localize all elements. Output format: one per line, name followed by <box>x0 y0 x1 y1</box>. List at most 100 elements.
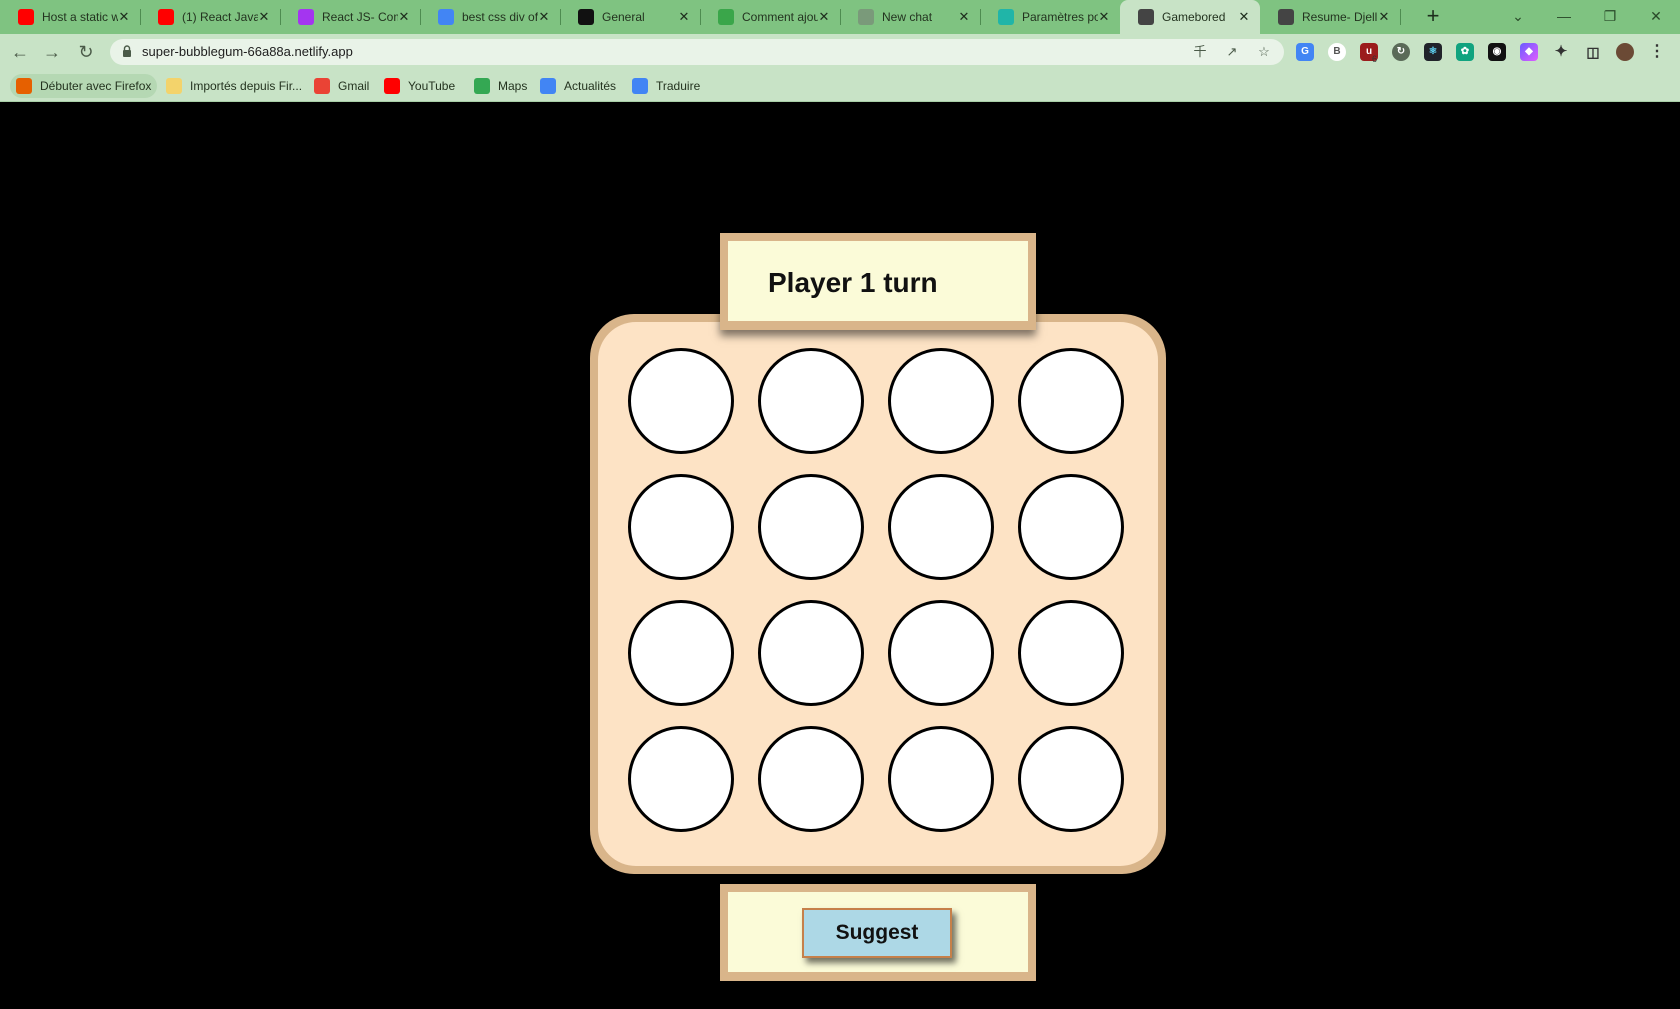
browser-tab[interactable]: React JS- Com ✕ <box>280 0 421 34</box>
bookmark-item[interactable]: Traduire <box>626 74 706 98</box>
board-cell[interactable] <box>888 600 994 706</box>
game-board <box>590 314 1166 874</box>
youtube-icon <box>158 9 174 25</box>
bookmark-item[interactable]: Maps <box>468 74 533 98</box>
bookmark-label: Débuter avec Firefox <box>40 79 152 93</box>
extensions-puzzle-icon[interactable]: ✦ <box>1552 43 1570 61</box>
board-cell[interactable] <box>628 600 734 706</box>
board-cell[interactable] <box>888 726 994 832</box>
youtube-icon <box>18 9 34 25</box>
board-cell[interactable] <box>1018 600 1124 706</box>
board-cell[interactable] <box>1018 726 1124 832</box>
board-cell[interactable] <box>758 348 864 454</box>
close-tab-icon[interactable]: ✕ <box>1236 9 1252 25</box>
dark-extension-icon[interactable]: ◉ <box>1488 43 1506 61</box>
board-cell[interactable] <box>888 348 994 454</box>
close-tab-icon[interactable]: ✕ <box>396 9 412 25</box>
suggest-button[interactable]: Suggest <box>802 908 952 958</box>
suggest-panel-inner: Suggest <box>728 892 1028 972</box>
turn-indicator-panel: Player 1 turn <box>720 233 1036 330</box>
maps-icon <box>474 78 490 94</box>
bookmark-item[interactable]: Importés depuis Fir... <box>160 74 308 98</box>
board-cell[interactable] <box>758 600 864 706</box>
profile-avatar[interactable] <box>1616 43 1634 61</box>
wikihow-icon <box>718 9 734 25</box>
browser-tab[interactable]: Paramètres po ✕ <box>980 0 1121 34</box>
side-panel-icon[interactable]: ◫ <box>1584 43 1602 61</box>
extension-badge: 6 <box>1372 54 1378 64</box>
reload-icon[interactable]: ↻ <box>74 40 98 64</box>
browser-tab[interactable]: Comment ajou ✕ <box>700 0 841 34</box>
tab-title: New chat <box>882 10 933 24</box>
gmail-icon <box>314 78 330 94</box>
translate-page-icon[interactable]: 千 <box>1192 44 1208 60</box>
react-devtools-icon[interactable]: ⚛ <box>1424 43 1442 61</box>
board-cell[interactable] <box>888 474 994 580</box>
board-cell[interactable] <box>628 348 734 454</box>
close-tab-icon[interactable]: ✕ <box>116 9 132 25</box>
browser-tab[interactable]: (1) React JavaS✕ <box>140 0 281 34</box>
news-icon <box>540 78 556 94</box>
board-cell[interactable] <box>1018 348 1124 454</box>
gradient-extension-icon[interactable]: ◆ <box>1520 43 1538 61</box>
browser-tab[interactable]: Resume- Djell ✕ <box>1260 0 1401 34</box>
board-cell[interactable] <box>628 474 734 580</box>
browser-tab[interactable]: New chat ✕ <box>840 0 981 34</box>
minimize-button[interactable]: — <box>1544 3 1584 29</box>
bookmarks-bar: Débuter avec Firefox Importés depuis Fir.… <box>0 70 1680 102</box>
board-cell[interactable] <box>1018 474 1124 580</box>
chatgpt-extension-icon[interactable]: ✿ <box>1456 43 1474 61</box>
tab-title: Paramètres po <box>1022 10 1098 24</box>
bookmark-label: Importés depuis Fir... <box>190 79 303 93</box>
browser-tab[interactable]: Gamebored ✕ <box>1120 0 1260 34</box>
chatgpt-icon <box>858 9 874 25</box>
url-text: super-bubblegum-66a88a.netlify.app <box>142 44 353 59</box>
tab-separator <box>1400 9 1401 25</box>
close-tab-icon[interactable]: ✕ <box>1376 9 1392 25</box>
board-cell[interactable] <box>628 726 734 832</box>
browser-tab[interactable]: General ✕ <box>560 0 701 34</box>
board-cell[interactable] <box>758 474 864 580</box>
back-icon[interactable]: ← <box>8 40 32 64</box>
close-tab-icon[interactable]: ✕ <box>536 9 552 25</box>
page-viewport: Player 1 turn Suggest <box>0 102 1680 1009</box>
tab-search-icon[interactable]: ⌄ <box>1498 3 1538 29</box>
restore-button[interactable]: ❐ <box>1590 3 1630 29</box>
menu-kebab-icon[interactable]: ⋮ <box>1648 43 1666 61</box>
github-icon <box>578 9 594 25</box>
turn-indicator-inner: Player 1 turn <box>728 241 1028 321</box>
close-window-button[interactable]: ✕ <box>1636 3 1676 29</box>
share-icon[interactable]: ↗ <box>1224 44 1240 60</box>
browser-tab[interactable]: best css div of ✕ <box>420 0 561 34</box>
bookmark-item[interactable]: Actualités <box>534 74 622 98</box>
tab-strip: Host a static w✕(1) React JavaS✕React JS… <box>0 0 1680 34</box>
bitwarden-extension-icon[interactable]: B <box>1328 43 1346 61</box>
sync-extension-icon[interactable]: ↻ <box>1392 43 1410 61</box>
google-translate-extension-icon[interactable]: G <box>1296 43 1314 61</box>
tab-title: React JS- Com <box>322 10 398 24</box>
folder-icon <box>166 78 182 94</box>
close-tab-icon[interactable]: ✕ <box>256 9 272 25</box>
address-bar[interactable]: super-bubblegum-66a88a.netlify.app 千 ↗ ☆ <box>110 39 1284 65</box>
translate-icon <box>632 78 648 94</box>
close-tab-icon[interactable]: ✕ <box>816 9 832 25</box>
bookmark-star-icon[interactable]: ☆ <box>1256 44 1272 60</box>
forward-icon[interactable]: → <box>40 40 64 64</box>
bookmark-item[interactable]: YouTube <box>378 74 461 98</box>
bookmark-label: Actualités <box>564 79 617 93</box>
bookmark-label: YouTube <box>408 79 456 93</box>
browser-toolbar: ← → ↻ super-bubblegum-66a88a.netlify.app… <box>0 34 1680 70</box>
board-cell[interactable] <box>758 726 864 832</box>
globe-icon <box>1278 9 1294 25</box>
bookmark-item[interactable]: Gmail <box>308 74 375 98</box>
close-tab-icon[interactable]: ✕ <box>1096 9 1112 25</box>
close-tab-icon[interactable]: ✕ <box>676 9 692 25</box>
bookmark-item[interactable]: Débuter avec Firefox <box>10 74 158 98</box>
new-tab-button[interactable]: + <box>1420 4 1446 30</box>
udemy-icon <box>298 9 314 25</box>
browser-tab[interactable]: Host a static w ✕ <box>0 0 141 34</box>
tab-title: Resume- Djell <box>1302 10 1378 24</box>
suggest-panel: Suggest <box>720 884 1036 981</box>
close-tab-icon[interactable]: ✕ <box>956 9 972 25</box>
tab-title: (1) React JavaS <box>182 10 258 24</box>
